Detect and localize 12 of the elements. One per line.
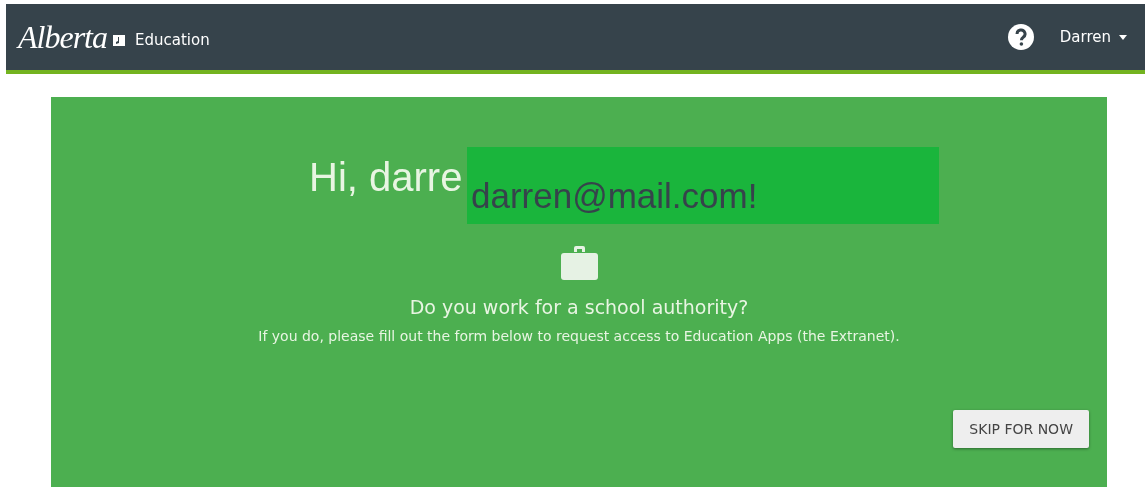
info-text: If you do, please fill out the form below to request access to Education Apps (the Extranet).	[258, 328, 900, 344]
question-text: Do you work for a school authority?	[409, 296, 749, 318]
caret-icon	[1119, 34, 1127, 40]
logo-text: Alberta	[18, 18, 107, 56]
email-text: darren@mail.com!	[471, 175, 758, 216]
user-menu[interactable]: Darren	[1059, 28, 1127, 46]
briefcase-icon	[560, 245, 598, 280]
greeting: Hi, darre	[309, 154, 463, 201]
product-name: Education	[135, 31, 210, 49]
skip-button[interactable]: SKIP FOR NOW	[953, 410, 1089, 448]
flag-icon	[113, 34, 125, 46]
help-icon[interactable]	[1007, 24, 1034, 50]
